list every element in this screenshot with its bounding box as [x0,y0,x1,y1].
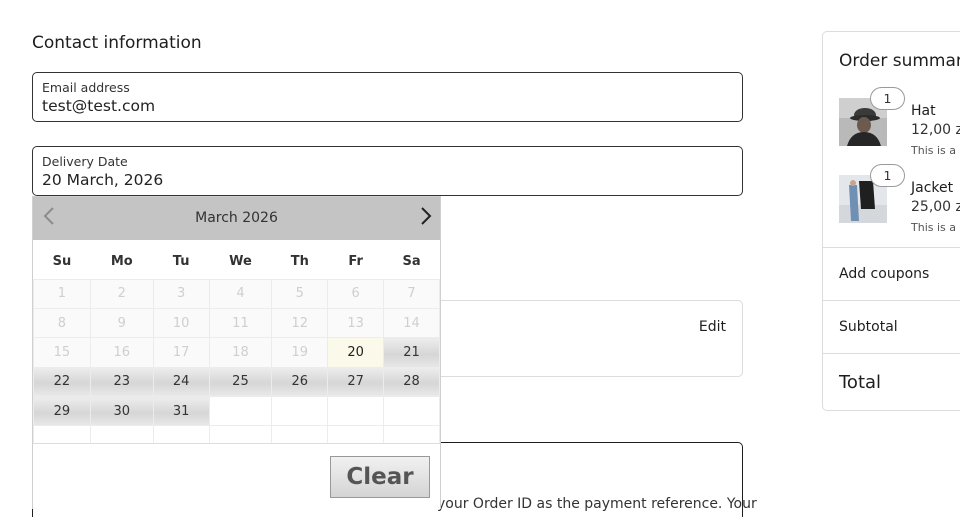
weekday-label: Sa [402,254,421,270]
calendar-week-row: 29 30 31 [33,396,440,427]
calendar-day: 1 [33,278,91,309]
subtotal-label: Subtotal [839,319,898,335]
calendar-day[interactable]: 31 [152,396,210,427]
calendar-day: 3 [152,278,210,309]
delivery-date-value[interactable]: 20 March, 2026 [42,171,163,189]
quantity-badge: 1 [870,164,905,187]
calendar-day-selected[interactable]: 20 [327,337,385,368]
datepicker-popup: March 2026 Su Mo Tu We Th Fr Sa 1 2 3 4 5 6 7 8 9 10 11 1… [32,196,441,509]
add-coupons-row[interactable]: Add coupons [823,247,960,300]
calendar-body: 1 2 3 4 5 6 7 8 9 10 11 12 13 14 15 16 17 18 19 20 21 22 23 24 2… [33,278,440,456]
calendar-day: 2 [89,278,154,309]
calendar-day: 5 [271,278,329,309]
calendar-day: 13 [327,307,385,339]
calendar-week-row: 8 9 10 11 12 13 14 [33,307,440,339]
calendar-day[interactable]: 29 [33,396,91,427]
payment-instructions-text: your Order ID as the payment reference. … [437,496,757,512]
weekday-label: Mo [110,254,133,270]
email-field[interactable]: Email address test@test.com [32,72,743,122]
calendar-grid: Su Mo Tu We Th Fr Sa 1 2 3 4 5 6 7 8 9 10 11 12 13 14 15 16 17… [33,245,440,456]
delivery-date-field[interactable]: Delivery Date 20 March, 2026 [32,146,743,196]
quantity-badge: 1 [870,87,905,110]
calendar-day[interactable]: 27 [327,366,385,398]
calendar-day: 4 [208,278,273,309]
clear-button[interactable]: Clear [330,456,430,498]
summary-item-jacket: 1 Jacket 25,00 zł This is a s [839,164,960,235]
calendar-week-row: 15 16 17 18 19 20 21 [33,337,440,368]
weekday-label: Th [290,254,309,270]
order-summary-panel: Order summary 1 Hat 12,00 zł This is a s [822,31,960,411]
item-name: Jacket [911,180,954,196]
order-summary-title: Order summary [839,51,960,71]
calendar-day[interactable]: 28 [383,366,440,398]
datepicker-footer: Clear [33,443,440,509]
calendar-day: 17 [152,337,210,368]
datepicker-header: March 2026 [33,197,440,240]
weekday-label: Su [52,254,72,270]
calendar-day[interactable]: 26 [271,366,329,398]
calendar-day: 9 [89,307,154,339]
calendar-day[interactable]: 25 [208,366,273,398]
calendar-day[interactable]: 22 [33,366,91,398]
summary-item-hat: 1 Hat 12,00 zł This is a s [839,87,960,158]
weekday-label: Tu [172,254,190,270]
item-description: This is a s [911,221,960,234]
calendar-day: 11 [208,307,273,339]
calendar-empty-cell [327,396,385,427]
total-row: Total [823,353,960,410]
calendar-week-row: 22 23 24 25 26 27 28 [33,366,440,398]
contact-heading: Contact information [32,33,202,53]
calendar-day[interactable]: 30 [89,396,154,427]
calendar-day[interactable]: 24 [152,366,210,398]
weekday-header-row: Su Mo Tu We Th Fr Sa [34,245,440,279]
calendar-empty-cell [383,396,440,427]
calendar-empty-cell [208,396,273,427]
subtotal-row: Subtotal [823,300,960,353]
calendar-day: 19 [271,337,329,368]
edit-button[interactable]: Edit [699,319,726,335]
email-value[interactable]: test@test.com [42,97,155,115]
item-price: 25,00 zł [911,199,960,215]
calendar-day: 15 [33,337,91,368]
weekday-label: We [229,254,252,270]
calendar-day: 7 [383,278,440,309]
calendar-day: 14 [383,307,440,339]
add-coupons-link[interactable]: Add coupons [839,266,929,282]
calendar-day: 6 [327,278,385,309]
item-price: 12,00 zł [911,122,960,138]
calendar-week-row: 1234567 [33,278,440,309]
item-description: This is a s [911,144,960,157]
calendar-day: 16 [89,337,154,368]
calendar-day[interactable]: 23 [89,366,154,398]
calendar-day: 8 [33,307,91,339]
calendar-day: 10 [152,307,210,339]
calendar-empty-cell [271,396,329,427]
chevron-right-icon[interactable] [414,206,438,231]
email-label: Email address [42,80,130,95]
calendar-day[interactable]: 21 [383,337,440,368]
item-name: Hat [911,103,936,119]
weekday-label: Fr [348,254,363,270]
datepicker-month-title: March 2026 [195,210,278,226]
calendar-day: 18 [208,337,273,368]
total-label: Total [839,372,882,393]
calendar-day: 12 [271,307,329,339]
delivery-date-label: Delivery Date [42,154,128,169]
